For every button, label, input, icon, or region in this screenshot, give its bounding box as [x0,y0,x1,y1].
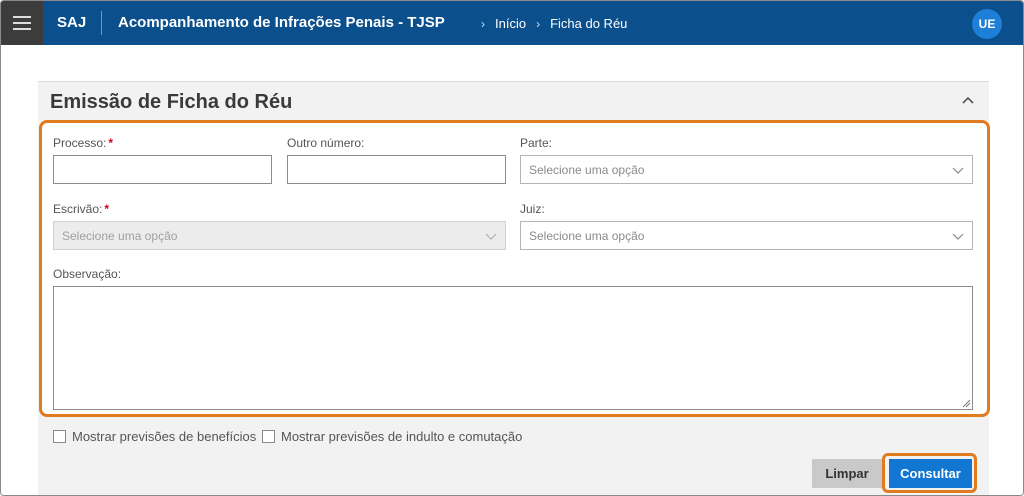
chevron-down-icon [952,167,964,174]
resize-grip-icon[interactable] [961,398,971,408]
beneficios-label: Mostrar previsões de benefícios [72,429,257,444]
chevron-right-icon: › [536,16,541,31]
parte-select-placeholder: Selecione uma opção [529,162,645,177]
observacao-label: Observação: [53,267,122,281]
required-mark: * [108,136,114,150]
hamburger-menu-icon[interactable] [1,1,43,45]
processo-input[interactable] [53,155,272,184]
user-avatar[interactable]: UE [972,9,1002,39]
beneficios-checkbox[interactable] [53,430,66,443]
chevron-down-icon [485,233,497,240]
limpar-button[interactable]: Limpar [812,459,882,488]
escrivao-select: Selecione uma opção [53,221,506,250]
processo-label: Processo: * [53,136,114,150]
juiz-select[interactable]: Selecione uma opção [520,221,973,250]
parte-label: Parte: [520,136,553,150]
breadcrumb: › Início › Ficha do Réu [481,16,627,31]
breadcrumb-current: Ficha do Réu [550,16,628,31]
observacao-textarea[interactable] [53,286,973,410]
required-mark: * [104,202,110,216]
app-title: Acompanhamento de Infrações Penais - TJS… [118,14,445,31]
breadcrumb-home-link[interactable]: Início [495,16,526,31]
header-divider [101,11,102,35]
consultar-button[interactable]: Consultar [889,459,972,488]
outro-numero-input[interactable] [287,155,506,184]
indulto-option[interactable]: Mostrar previsões de indulto e comutação [262,429,522,444]
parte-select[interactable]: Selecione uma opção [520,155,973,184]
indulto-checkbox[interactable] [262,430,275,443]
indulto-label: Mostrar previsões de indulto e comutação [281,429,523,444]
escrivao-label: Escrivão: * [53,202,110,216]
consultar-highlight: Consultar [882,453,977,493]
escrivao-select-placeholder: Selecione uma opção [62,228,178,243]
juiz-label: Juiz: [520,202,545,216]
outro-numero-label: Outro número: [287,136,365,150]
app-window: SAJ Acompanhamento de Infrações Penais -… [0,0,1024,496]
brand-logo[interactable]: SAJ [57,14,86,31]
chevron-right-icon: › [481,16,485,31]
top-bar: SAJ Acompanhamento de Infrações Penais -… [1,1,1023,45]
chevron-up-icon[interactable] [961,94,975,108]
chevron-down-icon [952,233,964,240]
panel-title: Emissão de Ficha do Réu [50,91,293,113]
juiz-select-placeholder: Selecione uma opção [529,228,645,243]
beneficios-option[interactable]: Mostrar previsões de benefícios [53,429,256,444]
